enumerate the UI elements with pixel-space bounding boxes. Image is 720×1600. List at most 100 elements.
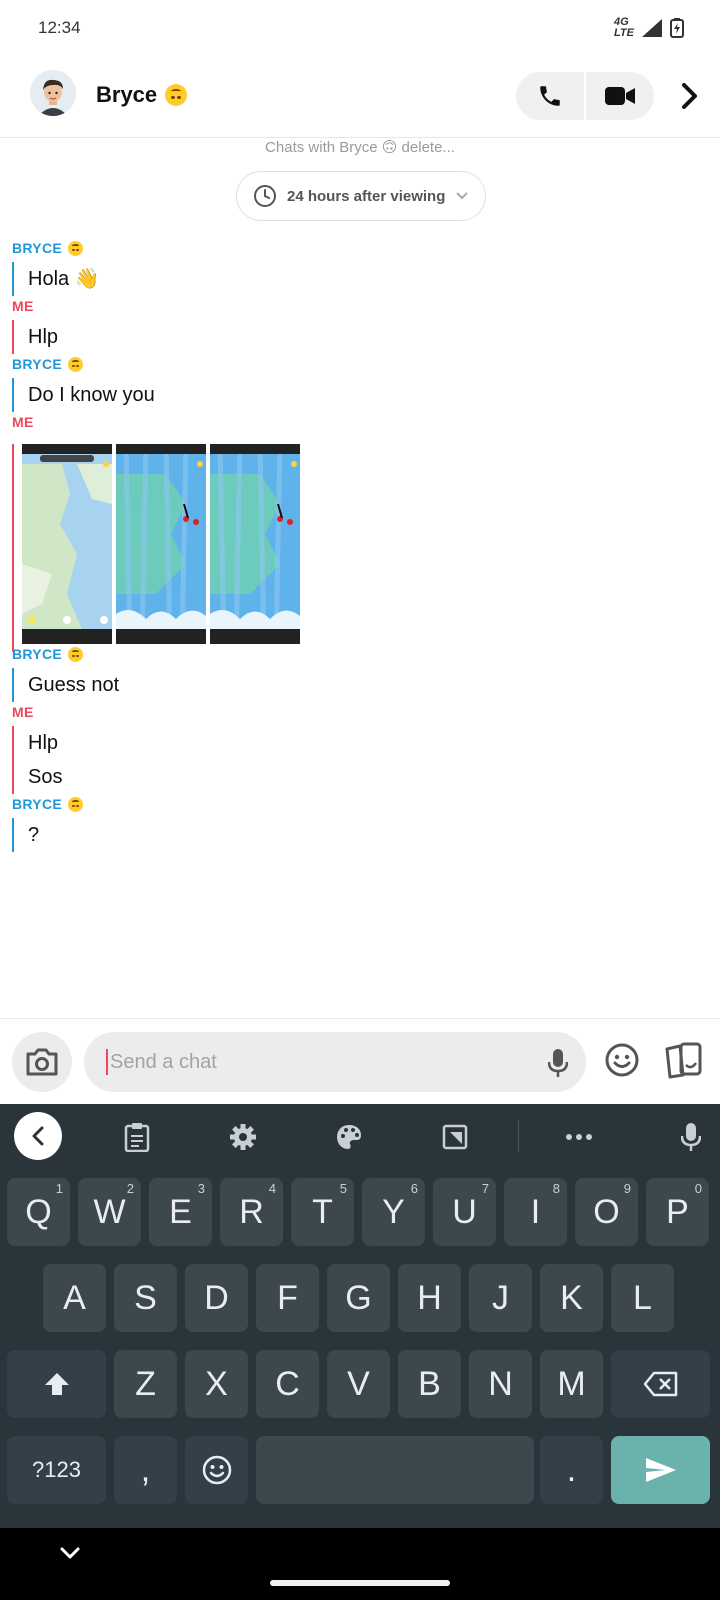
key-e[interactable]: E3 <box>149 1178 212 1246</box>
battery-charging-icon <box>670 18 684 38</box>
palette-icon[interactable] <box>334 1122 364 1152</box>
one-handed-mode-icon[interactable] <box>440 1122 470 1152</box>
upside-down-face-icon <box>68 356 83 372</box>
home-gesture-handle[interactable] <box>270 1580 450 1586</box>
voice-call-button[interactable] <box>516 72 584 120</box>
contact-name-text: Bryce <box>96 82 158 107</box>
key-c[interactable]: C <box>256 1350 319 1418</box>
chevron-down-icon <box>456 192 469 200</box>
key-a[interactable]: A <box>43 1264 106 1332</box>
key-u[interactable]: U7 <box>433 1178 496 1246</box>
map-screenshot-thumbnail[interactable] <box>210 444 300 644</box>
navigation-bar <box>0 1528 720 1600</box>
sender-label: BRYCE <box>12 356 83 372</box>
phone-icon <box>540 86 560 106</box>
symbols-key[interactable]: ?123 <box>7 1436 106 1504</box>
status-icons: 4G LTE <box>614 17 684 39</box>
text-caret <box>106 1049 108 1075</box>
retention-setting-button[interactable]: 24 hours after viewing <box>236 171 486 221</box>
key-j[interactable]: J <box>469 1264 532 1332</box>
sender-label: BRYCE <box>12 240 83 256</box>
keyboard-back-button[interactable] <box>14 1112 62 1160</box>
message-text[interactable]: Sos <box>12 760 62 794</box>
map-screenshot-thumbnail[interactable] <box>22 444 112 644</box>
keyboard: Q1 W2 E3 R4 T5 Y6 U7 I8 O9 P0 A S D F G … <box>0 1104 720 1528</box>
key-y[interactable]: Y6 <box>362 1178 425 1246</box>
key-x[interactable]: X <box>185 1350 248 1418</box>
key-m[interactable]: M <box>540 1350 603 1418</box>
video-call-button[interactable] <box>586 72 654 120</box>
smiley-icon <box>202 1455 231 1485</box>
key-f[interactable]: F <box>256 1264 319 1332</box>
retention-setting-label: 24 hours after viewing <box>287 187 446 205</box>
clipboard-icon[interactable] <box>122 1122 152 1152</box>
gear-icon[interactable] <box>228 1122 258 1152</box>
shift-key[interactable] <box>7 1350 106 1418</box>
message-text[interactable]: ? <box>12 818 39 852</box>
message-text[interactable]: Do I know you <box>12 378 155 412</box>
microphone-icon[interactable] <box>547 1048 569 1083</box>
voice-input-icon[interactable] <box>676 1122 706 1152</box>
key-s[interactable]: S <box>114 1264 177 1332</box>
upside-down-face-icon <box>68 796 83 812</box>
shift-icon <box>44 1373 69 1395</box>
key-t[interactable]: T5 <box>291 1178 354 1246</box>
key-n[interactable]: N <box>469 1350 532 1418</box>
backspace-icon <box>643 1371 677 1397</box>
message-text[interactable]: Guess not <box>12 668 119 702</box>
network-type-icon: 4G LTE <box>614 16 634 39</box>
cards-icon <box>665 1042 702 1079</box>
key-g[interactable]: G <box>327 1264 390 1332</box>
clock-icon <box>254 185 276 207</box>
avatar[interactable] <box>30 70 76 116</box>
message-text[interactable]: Hola 👋 <box>12 262 100 296</box>
smiley-icon <box>605 1043 639 1077</box>
contact-name[interactable]: Bryce <box>96 82 188 108</box>
status-bar: 12:34 4G LTE <box>0 0 720 56</box>
period-key[interactable]: . <box>540 1436 603 1504</box>
camera-button[interactable] <box>12 1032 72 1092</box>
key-p[interactable]: P0 <box>646 1178 709 1246</box>
sender-label: ME <box>12 298 34 314</box>
send-key[interactable] <box>611 1436 710 1504</box>
chat-input[interactable]: Send a chat <box>84 1032 586 1092</box>
key-i[interactable]: I8 <box>504 1178 567 1246</box>
map-screenshot-thumbnail[interactable] <box>116 444 206 644</box>
key-d[interactable]: D <box>185 1264 248 1332</box>
key-b[interactable]: B <box>398 1350 461 1418</box>
key-z[interactable]: Z <box>114 1350 177 1418</box>
key-q[interactable]: Q1 <box>7 1178 70 1246</box>
upside-down-face-icon <box>165 84 188 106</box>
key-r[interactable]: R4 <box>220 1178 283 1246</box>
retention-note: Chats with Bryce 🙃 delete... <box>265 139 455 156</box>
sender-label: ME <box>12 704 34 720</box>
sender-label: BRYCE <box>12 796 83 812</box>
media-message <box>12 444 300 652</box>
key-l[interactable]: L <box>611 1264 674 1332</box>
key-k[interactable]: K <box>540 1264 603 1332</box>
message-text[interactable]: Hlp <box>12 320 58 354</box>
chevron-left-icon <box>32 1126 44 1146</box>
chevron-right-icon[interactable] <box>672 78 708 114</box>
keyboard-toolbar <box>0 1104 720 1168</box>
signal-icon <box>642 19 662 37</box>
backspace-key[interactable] <box>611 1350 710 1418</box>
status-time: 12:34 <box>38 18 81 37</box>
call-controls <box>516 72 654 120</box>
key-h[interactable]: H <box>398 1264 461 1332</box>
comma-key[interactable]: , <box>114 1436 177 1504</box>
video-camera-icon <box>605 87 635 105</box>
emoji-key[interactable] <box>185 1436 248 1504</box>
key-w[interactable]: W2 <box>78 1178 141 1246</box>
sender-label: ME <box>12 414 34 430</box>
more-options-icon[interactable] <box>564 1122 594 1152</box>
space-key[interactable] <box>256 1436 534 1504</box>
stickers-button[interactable] <box>664 1041 704 1084</box>
emoji-button[interactable] <box>604 1042 640 1083</box>
upside-down-face-icon <box>68 240 83 256</box>
hide-keyboard-chevron-icon[interactable] <box>58 1546 82 1565</box>
composer-bar: Send a chat <box>0 1018 720 1104</box>
key-v[interactable]: V <box>327 1350 390 1418</box>
key-o[interactable]: O9 <box>575 1178 638 1246</box>
message-text[interactable]: Hlp <box>12 726 58 760</box>
